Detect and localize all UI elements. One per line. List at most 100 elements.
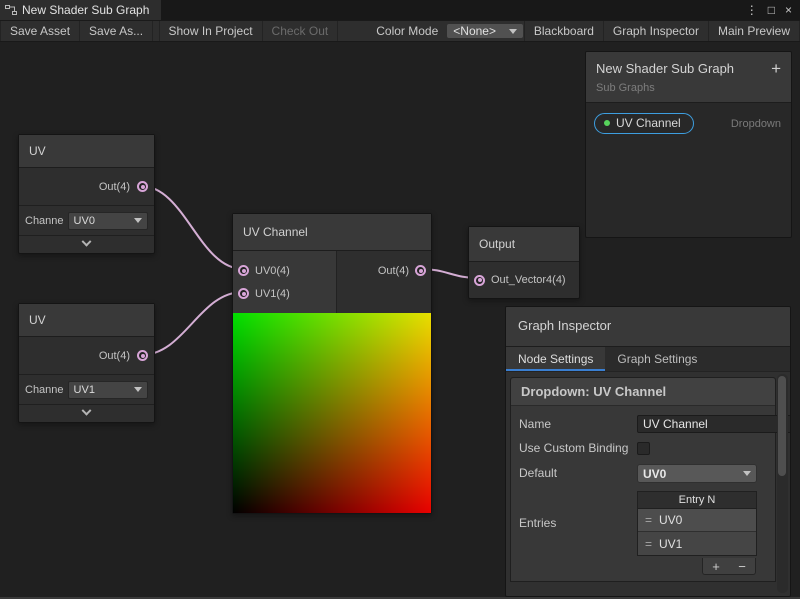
output-port[interactable] [137,350,148,361]
show-in-project-button[interactable]: Show In Project [160,21,263,41]
channel-label: Channe [25,215,64,227]
collapse-button[interactable] [19,404,154,422]
save-as-button[interactable]: Save As... [80,21,153,41]
channel-row: Channe UV1 [19,374,154,404]
blackboard-item[interactable]: UV Channel Dropdown [586,103,791,134]
exposed-dot-icon [604,120,610,126]
blackboard-item-pill[interactable]: UV Channel [594,113,694,134]
channel-dropdown-value: UV0 [74,215,95,227]
dropdown-arrow-icon [743,471,751,476]
window-close-icon[interactable]: × [785,4,792,16]
blackboard-item-label: UV Channel [616,116,681,130]
blackboard-toggle-button[interactable]: Blackboard [524,21,604,41]
dropdown-arrow-icon [134,218,142,223]
channel-dropdown[interactable]: UV1 [68,381,148,399]
node-uv-preview [233,313,431,513]
tab-node-settings[interactable]: Node Settings [506,347,605,371]
save-asset-button[interactable]: Save Asset [0,21,80,41]
blackboard-panel: New Shader Sub Graph Sub Graphs + UV Cha… [585,51,792,238]
dropdown-settings-section: Dropdown: UV Channel Name Use Custom Bin… [510,377,776,582]
drag-handle-icon[interactable]: = [645,513,652,527]
graph-toolbar: Save Asset Save As... Show In Project Ch… [0,20,800,42]
entries-list: Entry N = UV0 = UV1 [637,491,757,556]
input-port-row: UV0(4) [233,259,336,282]
blackboard-header[interactable]: New Shader Sub Graph Sub Graphs + [586,52,791,103]
port-label: Out_Vector4(4) [491,274,566,286]
port-dot [242,292,246,296]
input-port-out-vector4[interactable] [474,275,485,286]
entries-list-footer: + − [702,558,756,575]
uv-node-top[interactable]: UV Out(4) Channe UV0 [18,134,155,254]
port-label: UV0(4) [255,265,290,277]
shader-graph-icon [5,4,17,16]
main-preview-toggle-button[interactable]: Main Preview [709,21,800,41]
default-field-row: Default UV0 [519,464,757,483]
collapse-button[interactable] [19,235,154,253]
node-title[interactable]: UV [19,304,154,337]
section-title: Dropdown: UV Channel [511,378,775,406]
node-title[interactable]: Output [469,227,579,262]
inspector-header[interactable]: Graph Inspector [506,307,790,347]
default-dropdown-value: UV0 [643,467,666,481]
scrollbar-thumb[interactable] [778,376,786,476]
entries-footer-row: + − [519,558,757,575]
output-node[interactable]: Output Out_Vector4(4) [468,226,580,299]
edge-uvbottom-to-uv1[interactable] [141,292,243,355]
entry-value: UV1 [659,537,682,551]
node-title[interactable]: UV Channel [233,214,431,251]
port-dot [141,354,145,358]
default-dropdown[interactable]: UV0 [637,464,757,483]
name-label: Name [519,417,637,432]
color-mode-value: <None> [453,24,496,38]
channel-label: Channe [25,384,64,396]
section-body: Name Use Custom Binding Default UV0 [511,406,775,581]
add-entry-button[interactable]: + [703,558,729,574]
use-custom-binding-checkbox[interactable] [637,442,650,455]
output-port[interactable] [137,181,148,192]
port-label: Out(4) [99,181,130,193]
dropdown-arrow-icon [509,29,517,34]
window-menu-icon[interactable]: ⋮ [746,4,758,16]
window-controls: ⋮ □ × [746,0,800,20]
document-tab[interactable]: New Shader Sub Graph [0,0,161,20]
add-property-button[interactable]: + [771,60,781,77]
color-mode-dropdown[interactable]: <None> [446,23,524,39]
port-dot [242,269,246,273]
output-port-row: Out(4) [19,337,154,374]
window-maximize-icon[interactable]: □ [768,4,775,16]
edge-uvtop-to-uv0[interactable] [141,186,243,269]
channel-dropdown-value: UV1 [74,384,95,396]
collapse-chevron-icon [82,237,92,247]
ports-area: UV0(4) UV1(4) Out(4) [233,251,431,313]
port-dot [419,269,423,273]
graph-inspector-toggle-button[interactable]: Graph Inspector [604,21,709,41]
uv-node-bottom[interactable]: UV Out(4) Channe UV1 [18,303,155,423]
node-title[interactable]: UV [19,135,154,168]
blackboard-subtitle: Sub Graphs [596,82,781,94]
input-ports-column: UV0(4) UV1(4) [233,251,337,313]
channel-dropdown[interactable]: UV0 [68,212,148,230]
tab-graph-settings[interactable]: Graph Settings [605,347,709,371]
drag-handle-icon[interactable]: = [645,537,652,551]
name-input[interactable] [637,415,791,433]
use-custom-binding-label: Use Custom Binding [519,441,637,456]
entry-row[interactable]: = UV0 [638,509,756,532]
input-port-uv0[interactable] [238,265,249,276]
entry-row[interactable]: = UV1 [638,532,756,555]
inspector-scrollbar[interactable] [777,374,788,593]
toolbar-right-group: Blackboard Graph Inspector Main Preview [524,21,800,41]
input-port-row: Out_Vector4(4) [469,262,579,298]
output-port[interactable] [415,265,426,276]
output-ports-column: Out(4) [337,251,431,313]
remove-entry-button[interactable]: − [729,558,755,574]
input-port-uv1[interactable] [238,288,249,299]
entries-list-header: Entry N [638,492,756,509]
blackboard-body: UV Channel Dropdown [586,103,791,134]
inspector-content: Dropdown: UV Channel Name Use Custom Bin… [506,373,790,596]
custom-binding-row: Use Custom Binding [519,441,757,456]
dropdown-arrow-icon [134,387,142,392]
port-label: Out(4) [378,265,409,277]
uv-channel-node[interactable]: UV Channel UV0(4) UV1(4) Out(4) [232,213,432,514]
entries-field-row: Entries Entry N = UV0 = UV1 [519,491,757,556]
graph-canvas[interactable]: UV Out(4) Channe UV0 UV Out(4) [0,43,800,599]
